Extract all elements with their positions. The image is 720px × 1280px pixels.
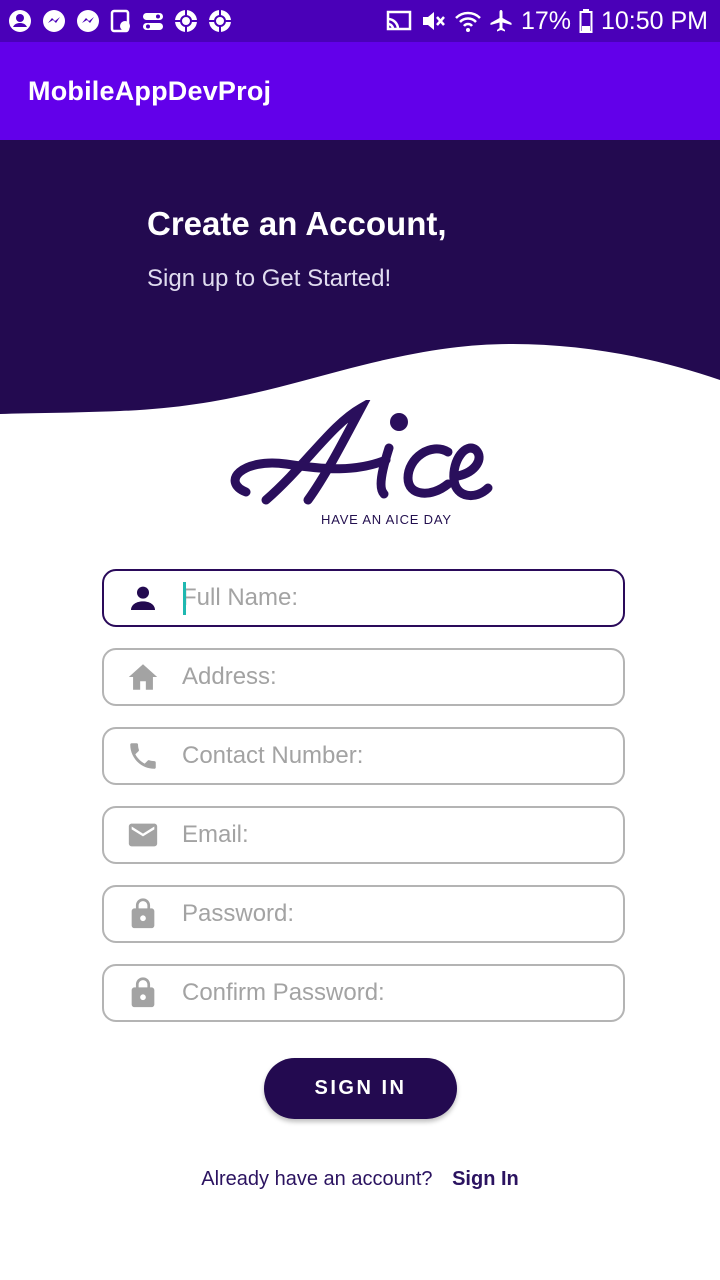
wifi-icon bbox=[455, 11, 481, 32]
email-icon bbox=[104, 818, 182, 852]
header-banner: Create an Account, Sign up to Get Starte… bbox=[0, 140, 720, 430]
footer: Already have an account? Sign In bbox=[0, 1168, 720, 1191]
phone-icon bbox=[104, 739, 182, 773]
messenger-icon bbox=[77, 10, 99, 32]
battery-percent: 17% bbox=[520, 6, 571, 35]
confirm-password-field[interactable] bbox=[102, 964, 625, 1022]
home-icon bbox=[104, 660, 182, 694]
clipboard-icon bbox=[110, 9, 130, 33]
aperture-icon bbox=[175, 10, 197, 32]
address-field[interactable] bbox=[102, 648, 625, 706]
text-cursor bbox=[183, 582, 186, 615]
messenger-icon bbox=[43, 10, 65, 32]
system-icons: 17% 10:50 PM bbox=[377, 0, 708, 42]
sign-in-link[interactable]: Sign In bbox=[452, 1168, 519, 1190]
password-field[interactable] bbox=[102, 885, 625, 943]
email-input[interactable] bbox=[182, 810, 609, 860]
full-name-field[interactable] bbox=[102, 569, 625, 627]
address-input[interactable] bbox=[182, 652, 609, 702]
app-bar: MobileAppDevProj bbox=[0, 42, 720, 140]
contact-number-input[interactable] bbox=[182, 731, 609, 781]
sign-in-button[interactable]: SIGN IN bbox=[264, 1058, 457, 1119]
confirm-password-input[interactable] bbox=[182, 968, 609, 1018]
contact-number-field[interactable] bbox=[102, 727, 625, 785]
toggle-icon bbox=[143, 13, 163, 30]
full-name-input[interactable] bbox=[182, 573, 609, 623]
battery-icon bbox=[579, 9, 593, 33]
account-icon bbox=[9, 10, 31, 32]
person-icon bbox=[104, 582, 182, 614]
cast-icon bbox=[386, 10, 412, 31]
footer-prompt: Already have an account? bbox=[201, 1168, 433, 1190]
mute-icon bbox=[422, 12, 445, 30]
logo-tagline: HAVE AN AICE DAY bbox=[321, 512, 452, 527]
aperture-icon bbox=[209, 10, 231, 32]
notification-icons bbox=[8, 0, 242, 42]
lock-icon bbox=[104, 974, 182, 1012]
aice-wordmark bbox=[230, 400, 493, 505]
aice-logo: HAVE AN AICE DAY bbox=[226, 400, 496, 530]
lock-icon bbox=[104, 895, 182, 933]
password-input[interactable] bbox=[182, 889, 609, 939]
clock: 10:50 PM bbox=[600, 6, 708, 35]
email-field[interactable] bbox=[102, 806, 625, 864]
status-bar: 17% 10:50 PM bbox=[0, 0, 720, 42]
page-subtitle: Sign up to Get Started! bbox=[147, 265, 392, 292]
airplane-icon bbox=[490, 10, 512, 32]
app-title: MobileAppDevProj bbox=[28, 75, 272, 106]
page-title: Create an Account, bbox=[147, 205, 447, 242]
